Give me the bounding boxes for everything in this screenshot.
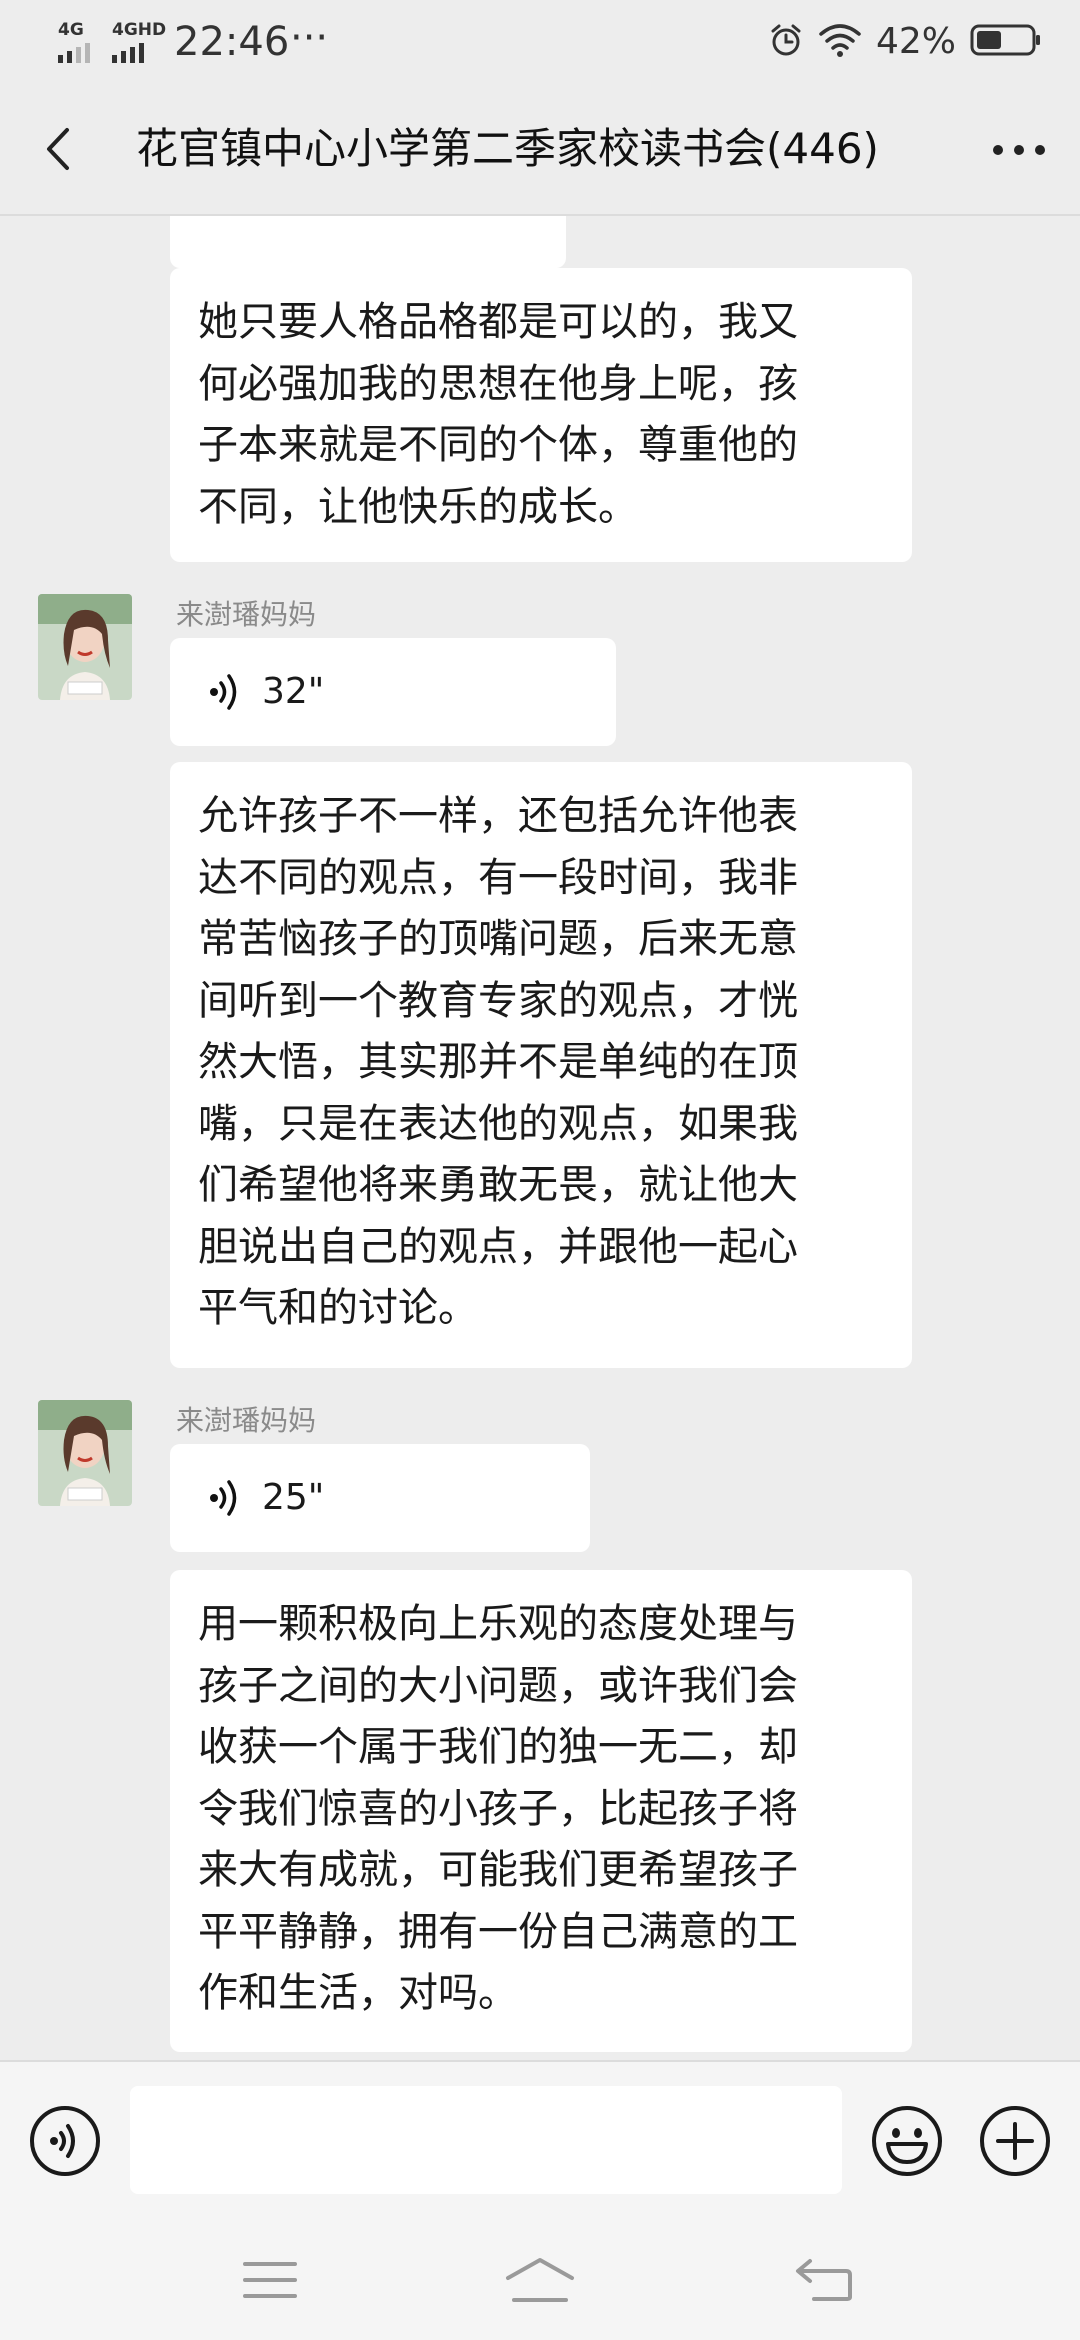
- avatar[interactable]: [38, 1400, 132, 1506]
- voice-message-content: 25": [210, 1474, 324, 1522]
- plus-icon: [980, 2106, 1050, 2176]
- more-button[interactable]: [984, 120, 1054, 180]
- message-input[interactable]: [130, 2086, 842, 2194]
- message-bubble[interactable]: 允许孩子不一样，还包括允许他表 达不同的观点，有一段时间，我非 常苦恼孩子的顶嘴…: [170, 762, 912, 1368]
- message-text: 用一颗积极向上乐观的态度处理与 孩子之间的大小问题，或许我们会 收获一个属于我们…: [198, 1601, 798, 2016]
- network-label-1: 4G: [58, 20, 84, 40]
- battery-icon: [970, 23, 1042, 61]
- network-label-2: 4GHD: [112, 20, 167, 40]
- emoji-icon: [872, 2106, 942, 2176]
- voice-wave-icon: [210, 674, 237, 710]
- wifi-icon: [818, 22, 862, 62]
- plus-button[interactable]: [978, 2104, 1052, 2178]
- sender-name: 来澍璠妈妈: [176, 1404, 317, 1437]
- status-time: 22:46: [174, 19, 290, 65]
- voice-duration: 25": [262, 1477, 325, 1518]
- home-button[interactable]: [490, 2248, 590, 2312]
- avatar-image: [38, 1400, 132, 1506]
- avatar-image: [38, 594, 132, 700]
- voice-message-bubble[interactable]: 32": [170, 638, 616, 746]
- chat-area[interactable]: 她只要人格品格都是可以的，我又 何必强加我的思想在他身上呢，孩 子本来就是不同的…: [0, 216, 1080, 2060]
- battery-percent: 42%: [875, 21, 956, 62]
- message-bubble-partial[interactable]: [170, 216, 566, 268]
- message-bubble[interactable]: 她只要人格品格都是可以的，我又 何必强加我的思想在他身上呢，孩 子本来就是不同的…: [170, 268, 912, 562]
- chevron-left-icon: [47, 128, 69, 170]
- voice-toggle-icon: [30, 2106, 100, 2176]
- voice-wave-icon: [210, 1480, 237, 1516]
- voice-toggle-button[interactable]: [28, 2104, 102, 2178]
- message-text: 她只要人格品格都是可以的，我又 何必强加我的思想在他身上呢，孩 子本来就是不同的…: [198, 299, 798, 530]
- system-back-button[interactable]: [774, 2248, 874, 2312]
- title-bar: 花官镇中心小学第二季家校读书会(446): [0, 84, 1080, 216]
- voice-duration: 32": [262, 671, 325, 712]
- more-dots-icon: [993, 145, 1045, 155]
- signal-indicator-2: 4GHD: [112, 22, 166, 63]
- home-icon: [506, 2258, 574, 2302]
- signal-bars-icon: [112, 43, 166, 63]
- menu-icon: [243, 2262, 297, 2298]
- emoji-button[interactable]: [870, 2104, 944, 2178]
- sender-name: 来澍璠妈妈: [176, 598, 317, 631]
- chat-title: 花官镇中心小学第二季家校读书会(446): [136, 124, 879, 173]
- voice-message-bubble[interactable]: 25": [170, 1444, 590, 1552]
- voice-message-content: 32": [210, 668, 324, 716]
- avatar[interactable]: [38, 594, 132, 700]
- message-bubble[interactable]: 用一颗积极向上乐观的态度处理与 孩子之间的大小问题，或许我们会 收获一个属于我们…: [170, 1570, 912, 2052]
- back-button[interactable]: [28, 119, 88, 179]
- alarm-icon: [768, 22, 804, 62]
- status-more-indicator: ···: [290, 15, 329, 61]
- signal-bars-icon: [58, 43, 90, 63]
- back-icon: [796, 2259, 852, 2301]
- signal-indicator-1: 4G: [58, 22, 90, 63]
- input-bar: [0, 2060, 1080, 2222]
- status-bar: 4G 4GHD 22:46 ··· 42%: [0, 0, 1080, 84]
- message-text: 允许孩子不一样，还包括允许他表 达不同的观点，有一段时间，我非 常苦恼孩子的顶嘴…: [198, 793, 798, 1331]
- status-right-group: 42%: [768, 20, 1042, 64]
- system-nav-bar: [0, 2220, 1080, 2340]
- menu-button[interactable]: [220, 2248, 320, 2312]
